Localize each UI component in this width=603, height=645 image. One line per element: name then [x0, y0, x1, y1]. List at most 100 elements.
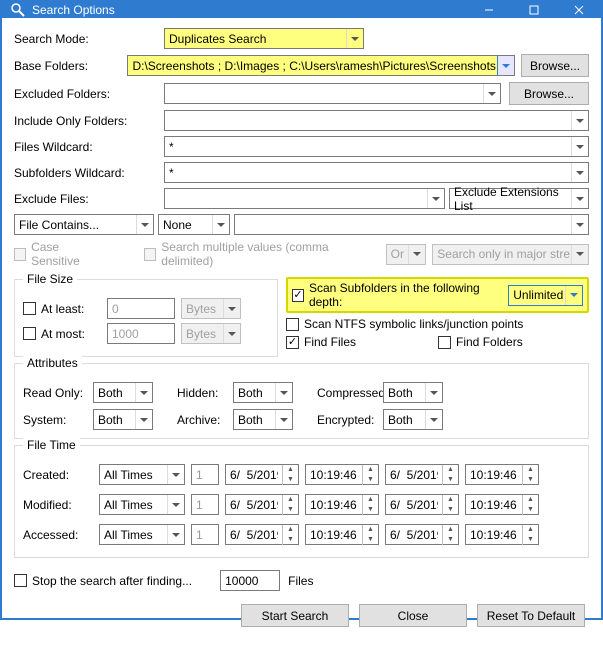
chevron-down-icon	[275, 383, 292, 402]
chevron-down-icon	[135, 410, 152, 429]
created-num[interactable]: 1	[191, 464, 219, 485]
encrypted-combo[interactable]: Both	[383, 409, 443, 430]
at-least-unit: Bytes	[181, 298, 241, 319]
close-dialog-button[interactable]: Close	[359, 604, 467, 627]
contains-mode-combo[interactable]: None	[158, 214, 230, 235]
search-options-window: Search Options Search Mode: Duplicates S…	[0, 0, 603, 620]
accessed-num[interactable]: 1	[191, 524, 219, 545]
encrypted-label: Encrypted:	[303, 413, 383, 427]
accessed-time2[interactable]: ▲▼	[465, 524, 539, 545]
find-folders-check[interactable]: Find Folders	[438, 335, 523, 349]
search-multiple-check[interactable]: Search multiple values (comma delimited)	[144, 240, 366, 268]
window-buttons	[466, 2, 601, 18]
attributes-legend: Attributes	[23, 356, 82, 370]
at-most-unit: Bytes	[181, 323, 241, 344]
contains-value-combo[interactable]	[234, 214, 589, 235]
chevron-down-icon	[427, 189, 444, 208]
chevron-down-icon	[275, 410, 292, 429]
search-mode-label: Search Mode:	[14, 32, 164, 46]
chevron-down-icon	[565, 286, 582, 305]
exclude-files-combo[interactable]	[164, 188, 445, 209]
file-size-group: File Size At least: 0 Bytes At most: 1	[14, 279, 278, 357]
created-times-combo[interactable]: All Times	[99, 464, 185, 485]
accessed-times-combo[interactable]: All Times	[99, 524, 185, 545]
accessed-date1[interactable]: ▲▼	[225, 524, 299, 545]
accessed-time1[interactable]: ▲▼	[305, 524, 379, 545]
created-label: Created:	[23, 468, 93, 482]
chevron-down-icon	[497, 56, 514, 75]
scan-subfolders-check[interactable]: Scan Subfolders in the following depth:	[292, 281, 496, 309]
chevron-down-icon	[408, 245, 425, 264]
stop-after-check[interactable]: Stop the search after finding...	[14, 574, 192, 588]
file-time-group: File Time Created: All Times 1 ▲▼ ▲▼ ▲▼ …	[14, 445, 589, 558]
exclude-ext-list-combo[interactable]: Exclude Extensions List	[449, 188, 589, 209]
scan-ntfs-check[interactable]: Scan NTFS symbolic links/junction points	[286, 317, 523, 331]
accessed-label: Accessed:	[23, 528, 93, 542]
file-contains-combo[interactable]: File Contains...	[14, 214, 154, 235]
read-only-label: Read Only:	[23, 386, 93, 400]
excluded-folders-label: Excluded Folders:	[14, 87, 164, 101]
start-search-button[interactable]: Start Search	[241, 604, 349, 627]
files-wildcard-label: Files Wildcard:	[14, 140, 164, 154]
modified-date1[interactable]: ▲▼	[225, 494, 299, 515]
chevron-down-icon	[223, 299, 240, 318]
chevron-down-icon	[167, 465, 184, 484]
scan-subfolders-row: Scan Subfolders in the following depth: …	[286, 277, 589, 313]
browse-base-button[interactable]: Browse...	[521, 54, 589, 77]
base-folders-label: Base Folders:	[14, 59, 127, 73]
base-folders-combo[interactable]: D:\Screenshots ; D:\Images ; C:\Users\ra…	[127, 55, 514, 76]
search-streams-combo: Search only in major stre	[432, 244, 589, 265]
modified-time1[interactable]: ▲▼	[305, 494, 379, 515]
files-wildcard-combo[interactable]: *	[164, 136, 589, 157]
at-least-input[interactable]: 0	[107, 298, 175, 319]
subfolders-wildcard-label: Subfolders Wildcard:	[14, 166, 164, 180]
created-date1[interactable]: ▲▼	[225, 464, 299, 485]
excluded-folders-combo[interactable]	[164, 83, 501, 104]
chevron-down-icon	[425, 410, 442, 429]
system-combo[interactable]: Both	[93, 409, 153, 430]
modified-times-combo[interactable]: All Times	[99, 494, 185, 515]
browse-excluded-button[interactable]: Browse...	[509, 82, 589, 105]
titlebar: Search Options	[2, 2, 601, 18]
read-only-combo[interactable]: Both	[93, 382, 153, 403]
app-icon	[10, 2, 26, 18]
compressed-combo[interactable]: Both	[383, 382, 443, 403]
at-least-check[interactable]: At least:	[23, 302, 101, 316]
close-button[interactable]	[556, 2, 601, 18]
include-only-label: Include Only Folders:	[14, 114, 164, 128]
chevron-down-icon	[167, 525, 184, 544]
modified-date2[interactable]: ▲▼	[385, 494, 459, 515]
files-unit-label: Files	[288, 574, 313, 588]
stop-after-input[interactable]: 10000	[220, 570, 280, 591]
scan-depth-combo[interactable]: Unlimited	[508, 285, 583, 306]
archive-label: Archive:	[163, 413, 233, 427]
modified-time2[interactable]: ▲▼	[465, 494, 539, 515]
find-files-check[interactable]: Find Files	[286, 335, 356, 349]
accessed-date2[interactable]: ▲▼	[385, 524, 459, 545]
content: Search Mode: Duplicates Search Base Fold…	[2, 18, 601, 645]
chevron-down-icon	[483, 84, 500, 103]
maximize-button[interactable]	[511, 2, 556, 18]
created-time1[interactable]: ▲▼	[305, 464, 379, 485]
at-most-input[interactable]: 1000	[107, 323, 175, 344]
chevron-down-icon	[571, 189, 588, 208]
attributes-group: Attributes Read Only: Both Hidden: Both …	[14, 363, 589, 439]
reset-default-button[interactable]: Reset To Default	[477, 604, 585, 627]
modified-num[interactable]: 1	[191, 494, 219, 515]
search-mode-combo[interactable]: Duplicates Search	[164, 28, 364, 49]
hidden-combo[interactable]: Both	[233, 382, 293, 403]
file-size-legend: File Size	[23, 272, 77, 286]
created-date2[interactable]: ▲▼	[385, 464, 459, 485]
archive-combo[interactable]: Both	[233, 409, 293, 430]
at-most-check[interactable]: At most:	[23, 327, 101, 341]
created-time2[interactable]: ▲▼	[465, 464, 539, 485]
include-only-combo[interactable]	[164, 110, 589, 131]
minimize-button[interactable]	[466, 2, 511, 18]
subfolders-wildcard-combo[interactable]: *	[164, 162, 589, 183]
chevron-down-icon	[212, 215, 229, 234]
chevron-down-icon	[223, 324, 240, 343]
chevron-down-icon	[135, 383, 152, 402]
chevron-down-icon	[571, 245, 588, 264]
case-sensitive-check[interactable]: Case Sensitive	[14, 240, 104, 268]
or-combo: Or	[386, 244, 427, 265]
